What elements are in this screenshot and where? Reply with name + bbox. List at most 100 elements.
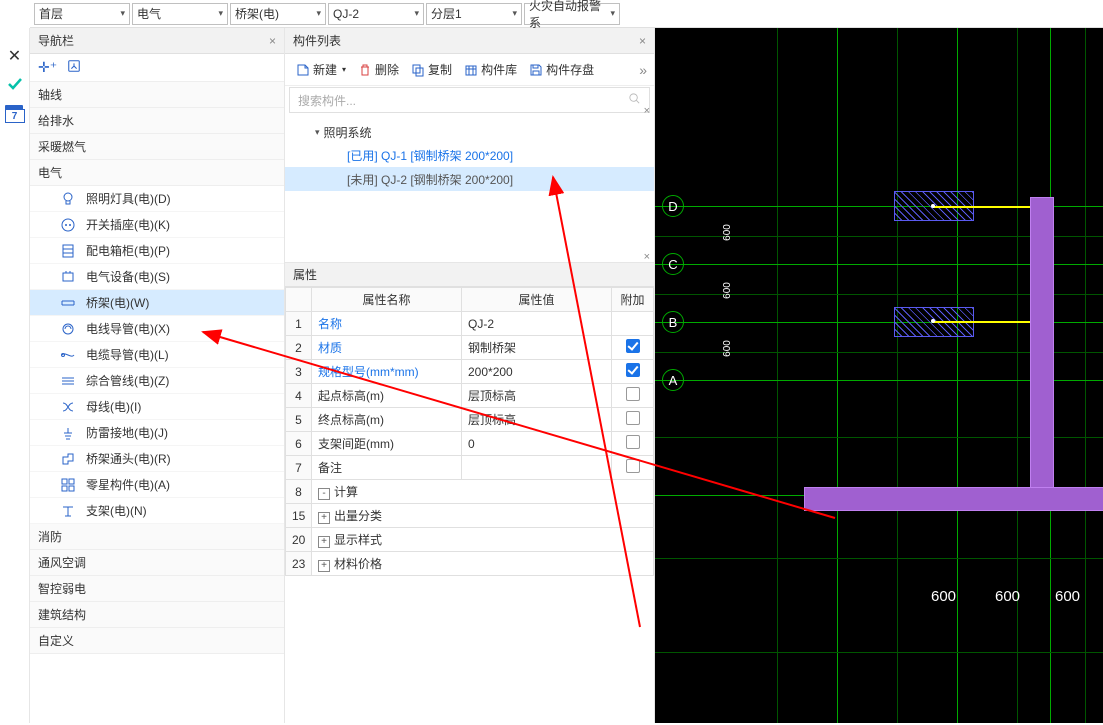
nav-group-weak[interactable]: 智控弱电: [30, 576, 284, 602]
save-button[interactable]: 构件存盘: [524, 58, 599, 82]
table-row[interactable]: 3规格型号(mm*mm)200*200: [286, 360, 654, 384]
component-toolbar: 新建▾ 删除 复制 构件库 构件存盘 »: [285, 54, 654, 86]
component-panel-header: 构件列表 ×: [285, 28, 654, 54]
system-select[interactable]: 火灾自动报警系▾: [524, 3, 620, 25]
device-icon: [60, 269, 76, 285]
nav-group-struct[interactable]: 建筑结构: [30, 602, 284, 628]
chevron-down-icon: ▾: [120, 8, 125, 19]
triangle-down-icon: ▾: [315, 127, 320, 138]
delete-button[interactable]: 删除: [353, 58, 404, 82]
nav-item-fitting[interactable]: 桥架通头(电)(R): [30, 446, 284, 472]
axis-label-b: B: [662, 311, 684, 333]
drawing-canvas[interactable]: D C B A 600 600 600 600 600 600: [655, 28, 1103, 723]
nav-item-label: 开关插座(电)(K): [86, 216, 170, 233]
checkbox[interactable]: [626, 459, 640, 473]
axis-label-a: A: [662, 369, 684, 391]
component-select[interactable]: QJ-2▾: [328, 3, 424, 25]
dim-label: 600: [1055, 588, 1080, 605]
expand-icon[interactable]: +: [318, 512, 330, 524]
tray-vertical: [1031, 198, 1053, 490]
edit-icon[interactable]: [67, 59, 81, 76]
nav-item-ground[interactable]: 防雷接地(电)(J): [30, 420, 284, 446]
floor-select[interactable]: 首层▾: [34, 3, 130, 25]
nav-item-support[interactable]: 支架(电)(N): [30, 498, 284, 524]
copy-button[interactable]: 复制: [406, 58, 457, 82]
fitting-icon: [60, 451, 76, 467]
tree-item[interactable]: [未用] QJ-2 [钢制桥架 200*200]: [285, 167, 654, 191]
nav-group-elec[interactable]: 电气: [30, 160, 284, 186]
nav-item-label: 照明灯具(电)(D): [86, 190, 171, 207]
tray-icon: [60, 295, 76, 311]
nav-item-tray[interactable]: 桥架(电)(W): [30, 290, 284, 316]
expand-icon[interactable]: +: [318, 560, 330, 572]
nav-item-cable[interactable]: 电缆导管(电)(L): [30, 342, 284, 368]
chevron-down-icon: ▾: [218, 8, 223, 19]
nav-group-custom[interactable]: 自定义: [30, 628, 284, 654]
nav-item-label: 配电箱柜(电)(P): [86, 242, 170, 259]
chevron-down-icon: ▾: [610, 8, 615, 19]
nav-item-panel[interactable]: 配电箱柜(电)(P): [30, 238, 284, 264]
table-row[interactable]: 20+显示样式: [286, 528, 654, 552]
dim-label: 600: [722, 282, 733, 299]
add-icon[interactable]: ✛⁺: [38, 59, 57, 76]
table-row[interactable]: 5终点标高(m)层顶标高: [286, 408, 654, 432]
expand-icon[interactable]: +: [318, 536, 330, 548]
checkbox[interactable]: [626, 387, 640, 401]
nav-group-water[interactable]: 给排水: [30, 108, 284, 134]
checkbox[interactable]: [626, 363, 640, 377]
tree-root[interactable]: ▾照明系统: [285, 121, 654, 143]
category-select[interactable]: 桥架(电)▾: [230, 3, 326, 25]
tree-item[interactable]: [已用] QJ-1 [钢制桥架 200*200]: [285, 143, 654, 167]
search-input[interactable]: 搜索构件...: [289, 87, 650, 113]
nav-item-label: 支架(电)(N): [86, 502, 147, 519]
nav-group-axis[interactable]: 轴线: [30, 82, 284, 108]
nav-item-outlet[interactable]: 开关插座(电)(K): [30, 212, 284, 238]
nav-item-label: 电气设备(电)(S): [86, 268, 170, 285]
table-row[interactable]: 7备注: [286, 456, 654, 480]
nav-item-misc[interactable]: 零星构件(电)(A): [30, 472, 284, 498]
checkbox[interactable]: [626, 339, 640, 353]
ground-icon: [60, 425, 76, 441]
close-icon[interactable]: ×: [269, 34, 276, 48]
nav-group-gas[interactable]: 采暖燃气: [30, 134, 284, 160]
nav-item-combo[interactable]: 综合管线(电)(Z): [30, 368, 284, 394]
close-icon[interactable]: ×: [644, 105, 650, 117]
discipline-select[interactable]: 电气▾: [132, 3, 228, 25]
nav-item-device[interactable]: 电气设备(电)(S): [30, 264, 284, 290]
dim-label: 600: [722, 340, 733, 357]
checkbox[interactable]: [626, 435, 640, 449]
expand-icon[interactable]: -: [318, 488, 330, 500]
table-row[interactable]: 23+材料价格: [286, 552, 654, 576]
dim-label: 600: [995, 588, 1020, 605]
nav-item-bus[interactable]: 母线(电)(I): [30, 394, 284, 420]
layer-select[interactable]: 分层1▾: [426, 3, 522, 25]
table-row[interactable]: 15+出量分类: [286, 504, 654, 528]
table-row[interactable]: 6支架间距(mm)0: [286, 432, 654, 456]
close-icon[interactable]: ×: [644, 251, 650, 263]
nav-tools: ✛⁺: [30, 54, 284, 82]
nav-item-conduit[interactable]: 电线导管(电)(X): [30, 316, 284, 342]
bulb-icon: [60, 191, 76, 207]
nav-group-hvac[interactable]: 通风空调: [30, 550, 284, 576]
checkbox[interactable]: [626, 411, 640, 425]
node-dot: [931, 319, 935, 323]
nav-item-bulb[interactable]: 照明灯具(电)(D): [30, 186, 284, 212]
close-icon[interactable]: ×: [639, 34, 646, 48]
table-row[interactable]: 4起点标高(m)层顶标高: [286, 384, 654, 408]
more-icon[interactable]: »: [639, 62, 648, 78]
close-icon[interactable]: ✕: [8, 46, 21, 66]
combo-icon: [60, 373, 76, 389]
nav-group-fire[interactable]: 消防: [30, 524, 284, 550]
nav-item-label: 综合管线(电)(Z): [86, 372, 169, 389]
new-button[interactable]: 新建▾: [291, 58, 351, 82]
search-icon: [628, 92, 641, 108]
nav-panel: 导航栏 × ✛⁺ 轴线 给排水 采暖燃气 电气 照明灯具(电)(D) 开关插座(电…: [30, 28, 285, 723]
check-icon[interactable]: [7, 76, 23, 95]
table-row[interactable]: 1名称QJ-2: [286, 312, 654, 336]
library-button[interactable]: 构件库: [459, 58, 522, 82]
calendar-icon[interactable]: 7: [5, 105, 25, 123]
table-row[interactable]: 2材质钢制桥架: [286, 336, 654, 360]
table-row[interactable]: 8-计算: [286, 480, 654, 504]
nav-panel-header: 导航栏 ×: [30, 28, 284, 54]
dim-label: 600: [931, 588, 956, 605]
